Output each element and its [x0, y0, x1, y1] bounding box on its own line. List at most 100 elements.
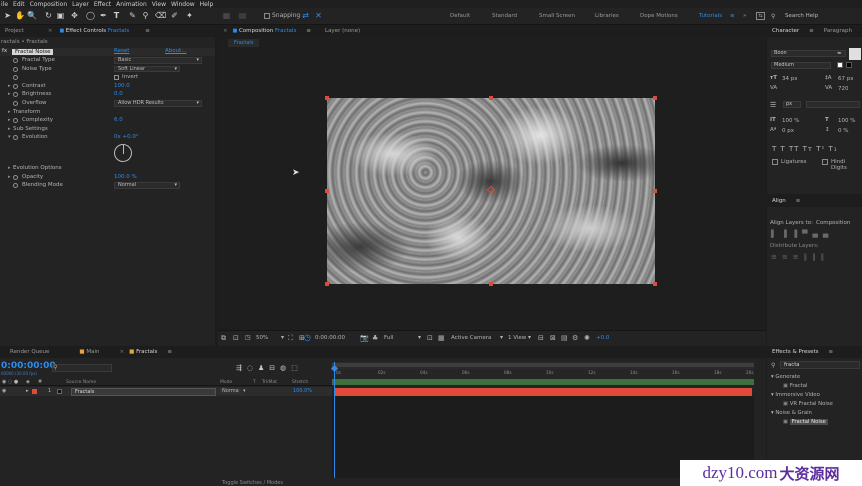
property-value[interactable]: 0.0 [114, 90, 123, 99]
rotate-tool-icon[interactable]: ↻ [44, 11, 53, 20]
effect-category[interactable]: ▾ Generate [771, 374, 800, 380]
menu-item-edit[interactable]: Edit [13, 1, 25, 8]
tab-effects-presets[interactable]: Effects & Presets [767, 347, 824, 358]
resolution-dropdown[interactable]: Full [384, 335, 393, 341]
mask-tool-icon[interactable]: ◯ [86, 11, 95, 20]
current-time[interactable]: 0:00:00:00 [315, 335, 345, 341]
horizontal-scale-value[interactable]: 100 % [838, 118, 855, 124]
comp-chip[interactable]: Fractals [228, 39, 260, 47]
timeline-close-tab-icon[interactable]: × [115, 347, 130, 358]
stopwatch-icon[interactable] [13, 92, 18, 98]
puppet-tool-icon[interactable]: ✦ [185, 11, 194, 20]
tab-character[interactable]: Character [767, 26, 804, 37]
stopwatch-icon[interactable] [13, 83, 18, 89]
layer-handle-bl[interactable] [325, 282, 329, 286]
tab-main[interactable]: ■ Main [74, 347, 104, 358]
toggle-pixel-icon[interactable]: ⊟ [538, 334, 544, 342]
layer-row[interactable]: ◉ ▸ 1 Fractals Norma ▾ 100.0% [0, 387, 332, 396]
property-row[interactable]: Noise Type Soft Linear [0, 65, 215, 74]
twirl-icon[interactable]: ▸ [8, 108, 11, 117]
stopwatch-icon[interactable] [13, 135, 18, 141]
stopwatch-icon[interactable] [13, 66, 18, 72]
tab-paragraph[interactable]: Paragraph [819, 26, 857, 37]
workspace-libraries[interactable]: Libraries [595, 13, 619, 19]
viewer-close-tab-icon[interactable]: × [218, 26, 233, 37]
layer-handle-br[interactable] [653, 282, 657, 286]
eraser-tool-icon[interactable]: ⌫ [155, 11, 166, 20]
property-row[interactable]: ▸ Sub Settings [0, 125, 215, 134]
property-dropdown[interactable]: Basic [114, 57, 202, 64]
tab-project[interactable]: Project [0, 26, 29, 37]
layer-mode-dropdown[interactable]: Norma [220, 388, 241, 394]
about-link[interactable]: About... [165, 48, 187, 54]
viewer-panel-menu-icon[interactable]: ≡ [301, 26, 316, 37]
tab-fractals[interactable]: ■ Fractals [129, 347, 162, 358]
stroke-type-dropdown[interactable] [806, 101, 860, 108]
views-dropdown[interactable]: 1 View [508, 335, 526, 341]
ligatures-checkbox[interactable] [772, 159, 778, 165]
views-chevron-icon[interactable]: ▾ [528, 334, 531, 341]
property-dropdown[interactable]: Soft Linear [114, 65, 180, 73]
fill-color-swatch[interactable] [849, 48, 861, 60]
character-menu-icon[interactable]: ≡ [804, 26, 819, 37]
property-dropdown[interactable]: Normal [114, 182, 180, 189]
type-tool-icon[interactable]: T [112, 11, 121, 20]
stroke-unit-dropdown[interactable]: px [783, 101, 801, 108]
property-row[interactable]: ▸ Evolution Options [0, 164, 215, 173]
invert-checkbox[interactable] [114, 75, 119, 81]
layer-twirl-icon[interactable]: ▸ [26, 388, 29, 394]
property-row[interactable]: ▸ Opacity 100.0 % [0, 173, 215, 182]
leading-value[interactable]: 67 px [838, 76, 854, 82]
evolution-dial[interactable] [114, 144, 132, 162]
property-value[interactable]: 100.0 [114, 82, 130, 91]
region-icon[interactable]: ⊡ [233, 334, 239, 342]
font-style-dropdown[interactable]: Medium [771, 62, 831, 69]
distribute-buttons[interactable]: ≡≡≡‖‖‖ [771, 253, 829, 261]
transparency-grid-icon[interactable]: ▦ [438, 334, 445, 342]
effects-menu-icon[interactable]: ≡ [824, 347, 839, 358]
flowchart-icon[interactable]: ⚙ [572, 334, 578, 342]
preview-time-icon[interactable]: ◷ [304, 333, 311, 342]
tsume-value[interactable]: 0 % [838, 128, 848, 134]
stopwatch-icon[interactable] [13, 174, 18, 180]
layer-handle-mr[interactable] [653, 189, 657, 193]
stopwatch-icon[interactable] [13, 101, 18, 106]
effect-name[interactable]: Fractal Noise [12, 48, 54, 55]
twirl-icon[interactable]: ▸ [8, 173, 11, 182]
timeline-search-input[interactable]: ⚲ [52, 364, 112, 372]
layer-stretch-value[interactable]: 100.0% [293, 388, 312, 394]
effects-search-input[interactable]: fracta [780, 361, 860, 369]
menu-item-animation[interactable]: Animation [116, 1, 147, 8]
twirl-icon[interactable]: ▸ [8, 116, 11, 125]
always-preview-icon[interactable]: ⧉ [221, 334, 226, 343]
vertical-scale-value[interactable]: 100 % [782, 118, 799, 124]
brush-tool-icon[interactable]: ✎ [128, 11, 137, 20]
font-size-value[interactable]: 34 px [782, 76, 798, 82]
property-row[interactable]: ▸ Complexity 6.0 [0, 116, 215, 125]
effect-item[interactable]: ▣ VR Fractal Noise [783, 401, 833, 407]
baseline-value[interactable]: 0 px [782, 128, 794, 134]
font-family-dropdown[interactable]: Boon [771, 50, 846, 57]
layer-handle-bc[interactable] [489, 282, 493, 286]
menu-item-effect[interactable]: Effect [94, 1, 111, 8]
panel-menu-icon[interactable]: ≡ [140, 26, 155, 37]
effect-category[interactable]: ▾ Noise & Grain [771, 410, 812, 416]
effect-category[interactable]: ▾ Immersive Video [771, 392, 820, 398]
show-snapshot-icon[interactable]: ♣ [372, 334, 378, 342]
timeline-timecode[interactable]: 0:00:00:00 [1, 361, 56, 371]
tab-align[interactable]: Align [767, 196, 791, 207]
search-help-input[interactable]: Search Help [785, 13, 818, 19]
property-row[interactable]: ▸ Contrast 100.0 [0, 82, 215, 91]
layer-mode-chevron-icon[interactable]: ▾ [243, 388, 246, 394]
twirl-icon[interactable]: ▸ [8, 82, 11, 91]
layer-handle-tl[interactable] [325, 96, 329, 100]
effect-item[interactable]: ▣ Fractal [783, 383, 808, 389]
hindi-digits-checkbox[interactable] [822, 159, 828, 165]
timeline-menu-icon[interactable]: ≡ [162, 347, 177, 358]
snap-feather-icon[interactable]: ✕ [314, 11, 323, 20]
reset-link[interactable]: Reset [114, 48, 129, 54]
menu-item-window[interactable]: Window [171, 1, 195, 8]
zoom-dropdown-chevron-icon[interactable]: ▾ [281, 334, 284, 341]
snapshot-icon[interactable]: 📷 [360, 334, 369, 342]
tracking-value[interactable]: 720 [838, 86, 849, 92]
